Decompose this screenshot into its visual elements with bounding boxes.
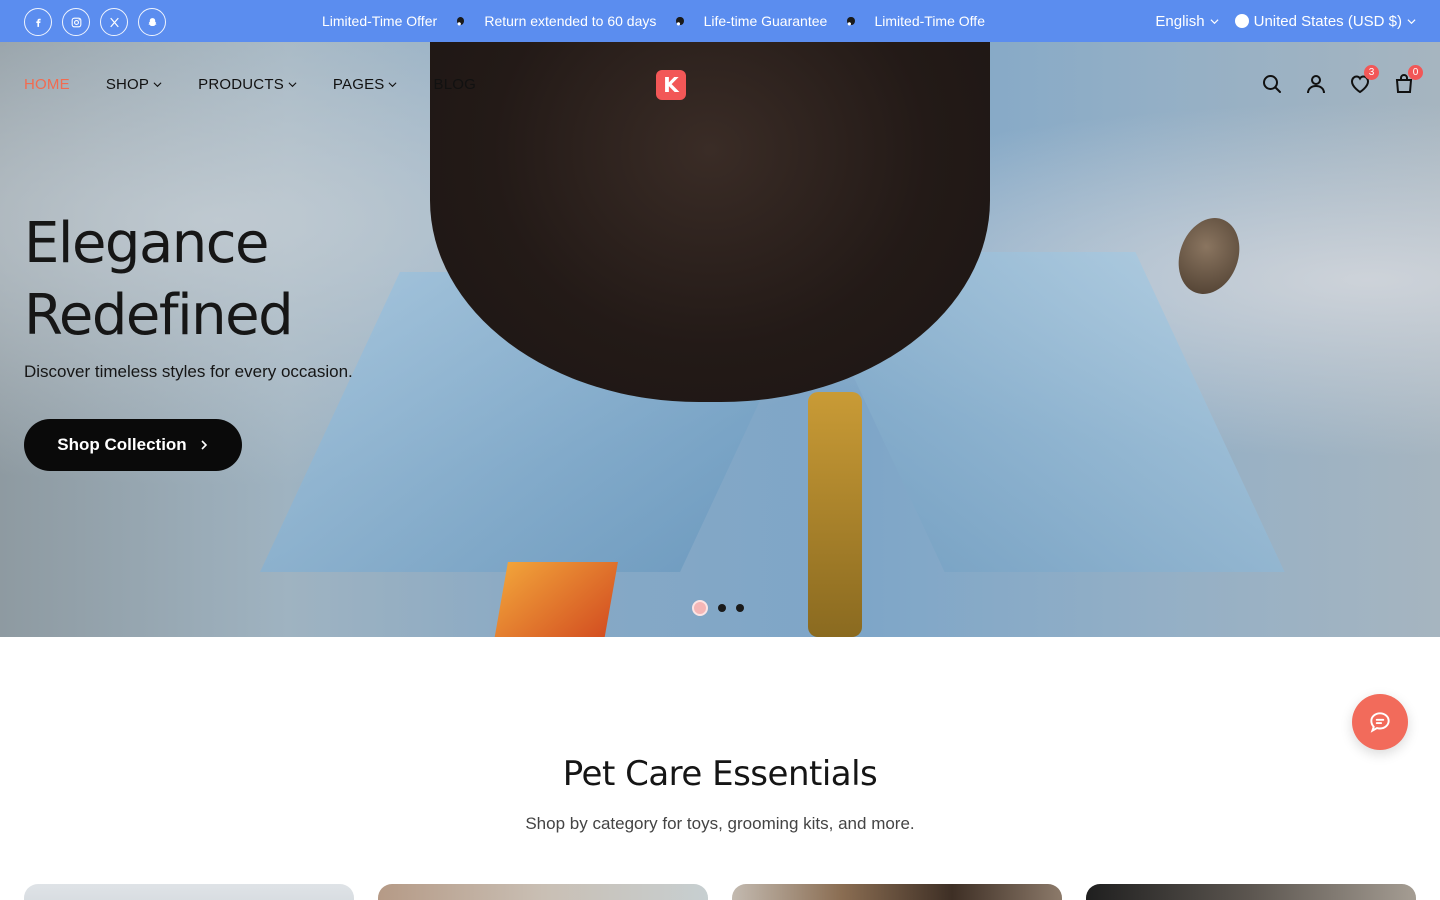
account-icon[interactable] (1304, 72, 1328, 96)
flag-icon (1234, 14, 1249, 28)
category-cards (24, 884, 1416, 900)
chat-icon (1370, 712, 1390, 733)
language-selector[interactable]: English (1155, 12, 1219, 30)
separator-dot: • (676, 17, 684, 31)
chevron-down-icon (1407, 18, 1416, 24)
hero-image-zipper (808, 392, 862, 637)
header-actions: 3 0 (1260, 65, 1423, 96)
search-icon[interactable] (1260, 72, 1284, 96)
site-logo[interactable]: K (656, 70, 686, 100)
social-links (24, 8, 166, 36)
category-card[interactable] (378, 884, 708, 900)
cart-icon[interactable]: 0 (1392, 65, 1423, 96)
hero-title-line: Redefined (24, 283, 294, 348)
slide-dot[interactable] (736, 604, 744, 612)
currency-selector[interactable]: United States (USD $) (1234, 12, 1416, 30)
nav-item-home[interactable]: HOME (24, 76, 70, 93)
chevron-down-icon (288, 82, 297, 88)
language-label: English (1155, 12, 1205, 30)
category-card[interactable] (732, 884, 1062, 900)
section-subtitle: Shop by category for toys, grooming kits… (525, 814, 915, 833)
announcement-item: Limited-Time Offer (322, 13, 438, 29)
hero-image-scarf (492, 562, 618, 637)
shop-collection-button[interactable]: Shop Collection (24, 419, 242, 471)
hero-title-line: Elegance (24, 211, 270, 276)
nav-item-label: BLOG (433, 76, 476, 93)
nav-item-products[interactable]: PRODUCTS (198, 76, 297, 93)
separator-dot: • (457, 17, 465, 31)
slide-dot-active[interactable] (692, 600, 708, 616)
nav-item-label: SHOP (105, 76, 150, 93)
logo-mark: K (656, 70, 686, 100)
hero-subtitle: Discover timeless styles for every occas… (24, 362, 353, 381)
chevron-right-icon (201, 440, 207, 450)
main-header: HOME SHOP PRODUCTS PAGES BLOG K 3 0 (0, 42, 1440, 126)
separator-dot: • (847, 17, 855, 31)
hero-title: Elegance Redefined (24, 208, 294, 352)
cart-count-badge: 0 (1408, 65, 1423, 80)
chat-button[interactable] (1352, 694, 1408, 750)
currency-label: United States (USD $) (1253, 12, 1402, 30)
nav-item-blog[interactable]: BLOG (433, 76, 475, 93)
category-card[interactable] (1086, 884, 1416, 900)
nav-item-label: HOME (24, 76, 70, 93)
nav-item-pages[interactable]: PAGES (333, 76, 398, 93)
chevron-down-icon (389, 82, 397, 88)
x-icon[interactable] (100, 8, 128, 36)
slider-pagination (692, 600, 744, 616)
cta-label: Shop Collection (57, 435, 187, 454)
chevron-down-icon (153, 82, 162, 88)
category-card[interactable] (24, 884, 354, 900)
nav-item-shop[interactable]: SHOP (106, 76, 162, 93)
section-title: Pet Care Essentials (562, 754, 878, 794)
snapchat-icon[interactable] (138, 8, 166, 36)
slide-dot[interactable] (718, 604, 726, 612)
nav-item-label: PRODUCTS (198, 76, 284, 93)
wishlist-icon[interactable]: 3 (1348, 65, 1379, 96)
announcement-bar: Limited-Time Offer • Return extended to … (0, 0, 1440, 42)
locale-selectors: English United States (USD $) (1155, 0, 1416, 42)
facebook-icon[interactable] (24, 8, 52, 36)
announcement-marquee: Limited-Time Offer • Return extended to … (322, 0, 1005, 42)
announcement-item: Life-time Guarantee (703, 13, 828, 29)
wishlist-count-badge: 3 (1364, 65, 1379, 80)
main-menu: HOME SHOP PRODUCTS PAGES BLOG (24, 76, 512, 93)
instagram-icon[interactable] (62, 8, 90, 36)
nav-item-label: PAGES (332, 76, 385, 93)
chevron-down-icon (1210, 18, 1219, 24)
announcement-item: Limited-Time Offe (874, 13, 985, 29)
announcement-item: Return extended to 60 days (484, 13, 657, 29)
